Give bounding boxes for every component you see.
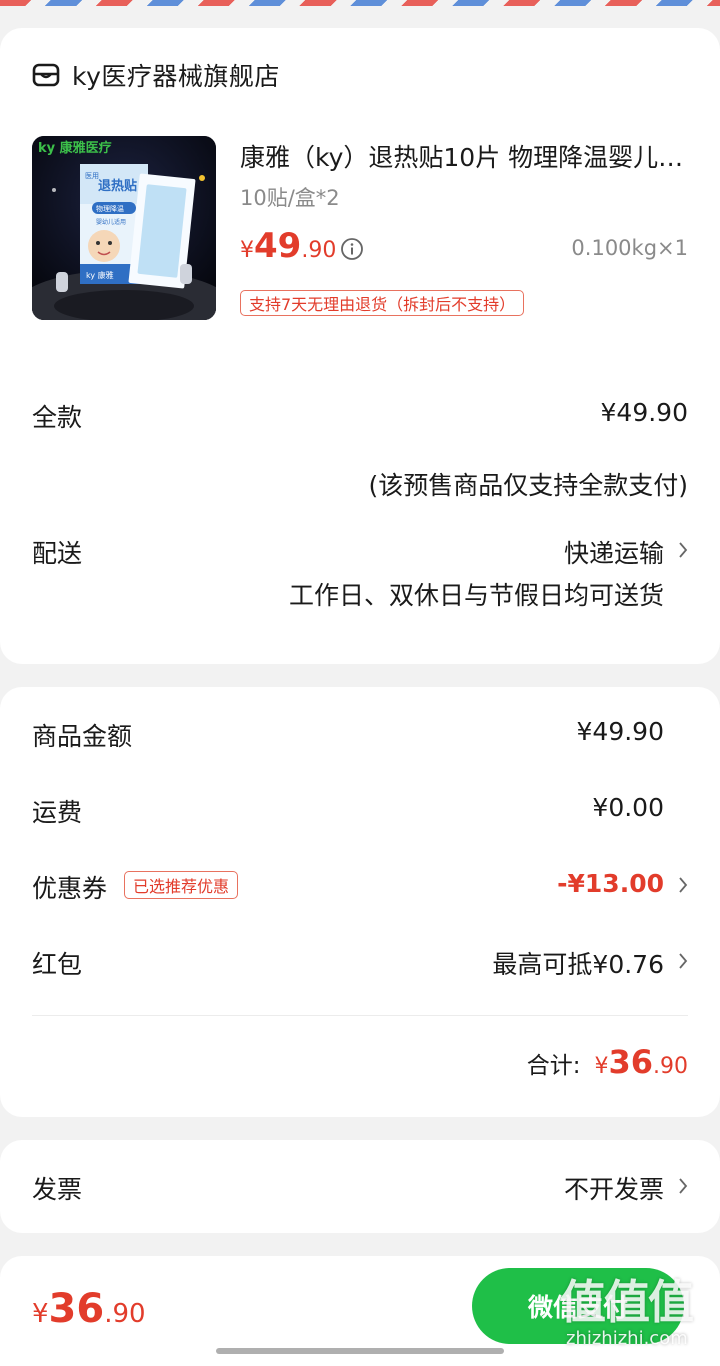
box-side-text: 医用 (85, 172, 99, 180)
goods-amount-label: 商品金额 (32, 722, 133, 751)
coupon-label: 优惠券 (32, 874, 108, 903)
red-packet-label: 红包 (32, 950, 83, 979)
shop-name[interactable]: ky医疗器械旗舰店 (72, 57, 280, 93)
invoice-label: 发票 (32, 1175, 83, 1204)
total-currency: ¥ (594, 1054, 609, 1079)
total-label: 合计: (526, 1053, 581, 1079)
store-icon (32, 63, 60, 87)
delivery-label: 配送 (32, 539, 83, 568)
order-card: ky医疗器械旗舰店 ky 康雅医疗 医用 退热贴 物理降温 婴幼儿适用 ky 康… (0, 28, 720, 664)
product-title[interactable]: 康雅（ky）退热贴10片 物理降温婴儿儿童成人发烧退热贴 (240, 138, 688, 174)
coupon-badge: 已选推荐优惠 (124, 871, 239, 899)
divider (32, 1015, 688, 1016)
product-price: ¥ 49 .90 (240, 226, 336, 266)
box-line2: 婴幼儿适用 (96, 218, 126, 226)
box-title: 退热贴 (98, 178, 137, 194)
delivery-value[interactable]: 快递运输 (564, 534, 664, 570)
box-footer: ky 康雅 (86, 270, 114, 280)
product-spec: 10贴/盒*2 (240, 186, 340, 210)
home-indicator[interactable] (216, 1348, 504, 1354)
full-payment-label: 全款 (32, 403, 83, 432)
presale-note: (该预售商品仅支持全款支付) (368, 471, 688, 500)
order-total: 合计: ¥ 36 .90 (527, 1043, 688, 1081)
product-weight: 0.100kg×1 (571, 236, 688, 260)
shipping-value: ¥0.00 (592, 793, 664, 822)
delivery-note: 工作日、双休日与节假日均可送货 (288, 581, 664, 610)
shop-header[interactable]: ky医疗器械旗舰店 (32, 58, 280, 92)
goods-amount-value: ¥49.90 (576, 717, 664, 746)
price-currency: ¥ (240, 238, 254, 263)
chevron-right-icon[interactable] (678, 876, 688, 894)
airmail-border (0, 0, 720, 6)
chevron-right-icon[interactable] (678, 541, 688, 559)
red-packet-value[interactable]: 最高可抵¥0.76 (492, 945, 664, 981)
checkout-total: ¥ 36 .90 (32, 1286, 146, 1332)
price-decimal: .90 (301, 238, 337, 263)
chevron-right-icon[interactable] (678, 952, 688, 970)
full-payment-value: ¥49.90 (600, 398, 688, 427)
invoice-value[interactable]: 不开发票 (564, 1170, 664, 1206)
total-integer: 36 (608, 1043, 653, 1081)
total-decimal: .90 (653, 1054, 688, 1079)
price-summary-card: 商品金额 ¥49.90 运费 ¥0.00 优惠券 已选推荐优惠 -¥13.00 … (0, 687, 720, 1117)
checkout-decimal: .90 (104, 1299, 146, 1329)
coupon-value[interactable]: -¥13.00 (557, 869, 664, 898)
return-policy-badge: 支持7天无理由退货（拆封后不支持） (240, 290, 525, 316)
invoice-card[interactable]: 发票 不开发票 (0, 1140, 720, 1233)
checkout-currency: ¥ (32, 1299, 49, 1329)
price-integer: 49 (254, 226, 302, 266)
chevron-right-icon[interactable] (678, 1177, 688, 1195)
wechat-pay-button[interactable]: 微信支付 (472, 1268, 684, 1344)
checkout-integer: 36 (48, 1286, 105, 1332)
info-icon[interactable] (340, 237, 364, 261)
image-brand: ky 康雅医疗 (38, 140, 112, 156)
checkout-bar: ¥ 36 .90 微信支付 (0, 1256, 720, 1366)
shipping-label: 运费 (32, 798, 83, 827)
product-image[interactable]: ky 康雅医疗 医用 退热贴 物理降温 婴幼儿适用 ky 康雅 (32, 136, 216, 320)
box-line1: 物理降温 (96, 204, 124, 213)
